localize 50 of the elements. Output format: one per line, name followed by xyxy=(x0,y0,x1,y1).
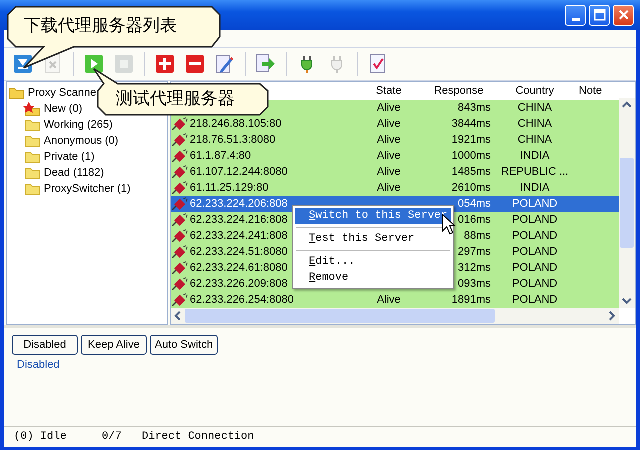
table-cell: 1485ms xyxy=(452,166,491,178)
callout-text: 下载代理服务器列表 xyxy=(24,15,177,37)
table-cell: 62.233.224.61:8080 xyxy=(190,262,288,274)
table-cell: 054ms xyxy=(458,198,491,210)
table-cell: Alive xyxy=(377,150,401,162)
table-cell: CHINA xyxy=(518,118,552,130)
table-cell: 61.1.87.4:80 xyxy=(190,150,252,162)
table-cell: 61.11.25.129:80 xyxy=(190,182,269,194)
table-cell: POLAND xyxy=(512,198,558,210)
table-cell: Alive xyxy=(377,182,401,194)
table-cell: POLAND xyxy=(512,246,558,258)
table-cell: 1891ms xyxy=(452,294,491,306)
table-cell: 88ms xyxy=(464,230,491,242)
table-cell: 62.233.224.241:808 xyxy=(190,230,288,242)
table-cell: POLAND xyxy=(512,230,558,242)
table-cell: POLAND xyxy=(512,278,558,290)
table-cell: 62.233.224.216:808 xyxy=(190,214,288,226)
table-cell: 62.233.226.209:808 xyxy=(190,278,288,290)
table-cell: POLAND xyxy=(512,262,558,274)
status-text: Direct Connection xyxy=(142,431,254,443)
table-cell: CHINA xyxy=(518,102,552,114)
table-cell: 61.107.12.244:8080 xyxy=(190,166,288,178)
table-cell: Alive xyxy=(377,134,401,146)
table-cell: INDIA xyxy=(520,150,550,162)
table-cell: 62.233.226.254:8080 xyxy=(190,294,294,306)
table-cell: POLAND xyxy=(512,214,558,226)
table-cell: 016ms xyxy=(458,214,491,226)
table-cell: INDIA xyxy=(520,182,550,194)
table-cell: 093ms xyxy=(458,278,491,290)
table-cell: 297ms xyxy=(458,246,491,258)
table-cell: Alive xyxy=(377,166,401,178)
status-text: (0) Idle xyxy=(14,431,68,443)
table-cell: POLAND xyxy=(512,294,558,306)
table-cell: REPUBLIC ... xyxy=(501,166,569,178)
table-cell: 3844ms xyxy=(452,118,491,130)
table-cell: Alive xyxy=(377,102,401,114)
table-cell: 62.233.224.51:8080 xyxy=(190,246,288,258)
table-cell: 62.233.224.206:808 xyxy=(190,198,288,210)
mode-status-text: Disabled xyxy=(16,359,61,371)
table-cell: 2610ms xyxy=(452,182,491,194)
table-cell: 1000ms xyxy=(452,150,491,162)
table-cell: 218.76.51.3:8080 xyxy=(190,134,276,146)
table-cell: CHINA xyxy=(518,134,552,146)
table-cell: Alive xyxy=(377,294,401,306)
table-cell: 1921ms xyxy=(452,134,491,146)
table-cell: Alive xyxy=(377,118,401,130)
table-cell: 843ms xyxy=(458,102,491,114)
table-cell: 218.246.88.105:80 xyxy=(190,118,282,130)
table-cell: 312ms xyxy=(458,262,491,274)
status-text: 0/7 xyxy=(102,431,123,443)
